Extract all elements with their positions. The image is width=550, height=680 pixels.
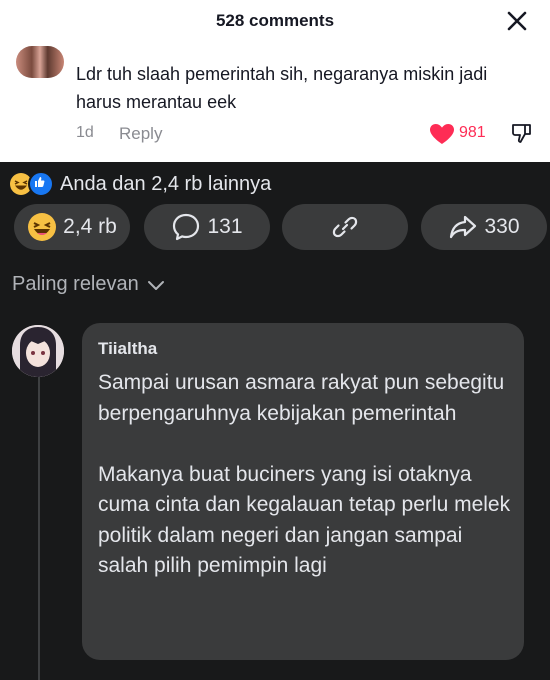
comment-icon (173, 213, 200, 241)
comments-count-title: 528 comments (215, 11, 335, 30)
comment-text: Ldr tuh slaah pemerintah sih, negaranya … (76, 64, 488, 112)
comment-author[interactable]: Tiialtha (98, 339, 157, 359)
reaction-button[interactable]: 2,4 rb (14, 204, 130, 250)
share-arrow-icon (450, 215, 477, 239)
comments-panel: 528 comments Ldr tuh slaah pemerintah si… (0, 0, 550, 162)
heart-icon[interactable] (429, 123, 455, 145)
reactions-summary[interactable]: Anda dan 2,4 rb lainnya (10, 170, 271, 198)
copy-link-button[interactable] (282, 204, 408, 250)
comment-button[interactable]: 131 (144, 204, 270, 250)
reply-button[interactable]: Reply (119, 124, 162, 144)
like-count: 981 (459, 124, 486, 141)
avatar[interactable] (12, 325, 64, 377)
thread-line (38, 372, 40, 680)
comment-body: Sampai urusan asmara rakyat pun sebegitu… (98, 371, 511, 577)
close-icon[interactable] (504, 8, 530, 34)
comment-bubble: Tiialtha Sampai urusan asmara rakyat pun… (82, 323, 524, 660)
comment-count: 131 (207, 215, 243, 238)
share-button[interactable]: 330 (421, 204, 547, 250)
share-count: 330 (484, 215, 520, 238)
dislike-icon[interactable] (510, 121, 534, 145)
like-reaction-icon (28, 171, 54, 197)
sort-label: Paling relevan (12, 273, 139, 295)
haha-emoji-icon (28, 213, 57, 241)
reactions-summary-text: Anda dan 2,4 rb lainnya (60, 172, 272, 195)
link-icon (332, 216, 358, 238)
reaction-count: 2,4 rb (63, 215, 117, 238)
comment-timestamp: 1d (76, 124, 94, 141)
sort-dropdown[interactable]: Paling relevan (12, 273, 165, 296)
avatar[interactable] (16, 46, 64, 78)
chevron-down-icon (147, 280, 164, 290)
